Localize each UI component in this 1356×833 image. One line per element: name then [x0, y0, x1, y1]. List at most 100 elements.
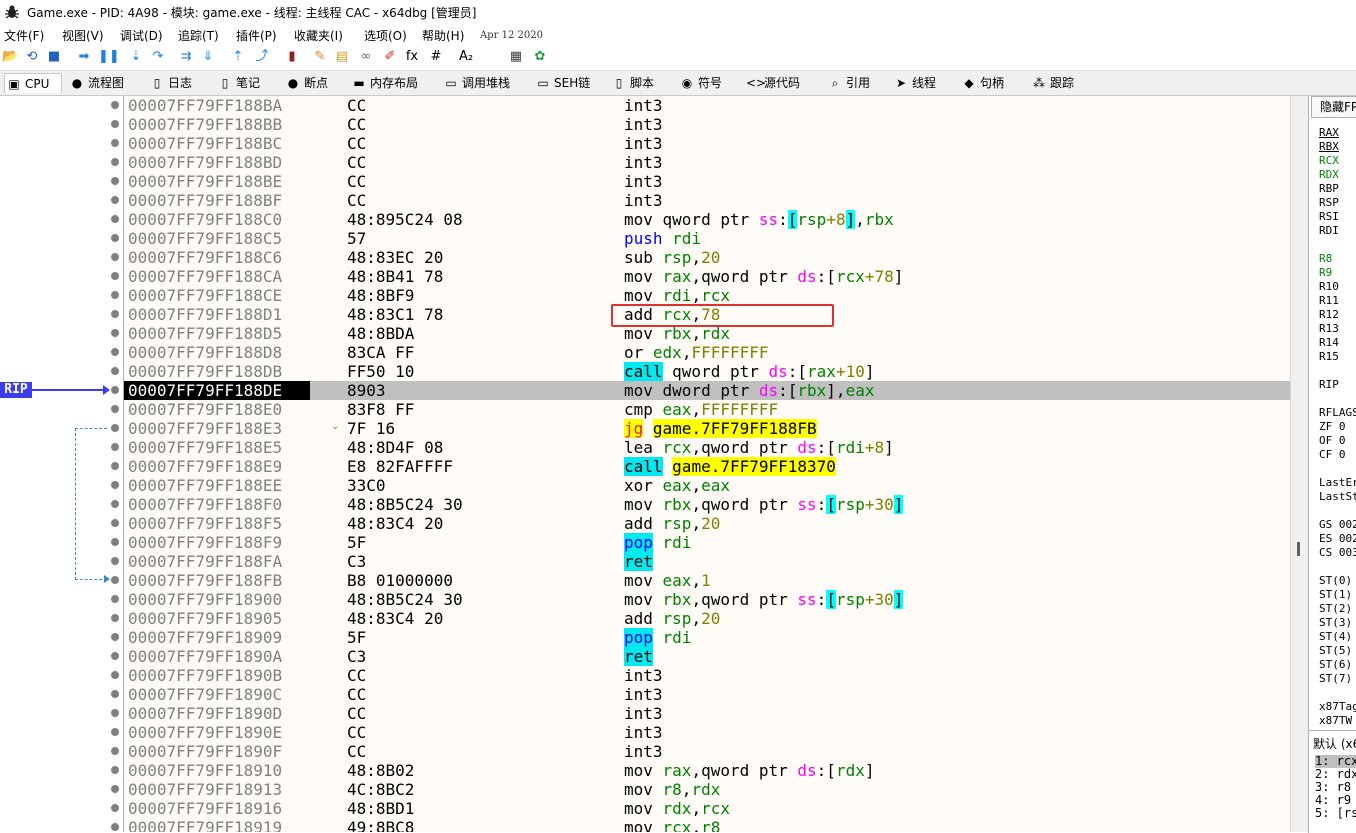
disasm-row[interactable]: 00007FF79FF188CE 48:8BF9 mov rdi,rcx	[124, 286, 1291, 305]
disasm-row[interactable]: 00007FF79FF188BF CC int3	[124, 191, 1291, 210]
disasm-row[interactable]: 00007FF79FF188CA 48:8B41 78 mov rax,qword …	[124, 267, 1291, 286]
execute-till-return-icon[interactable]: ⇡	[230, 49, 246, 65]
breakpoint-toggle-icon[interactable]	[111, 785, 119, 793]
folder-open-icon[interactable]: 📂	[2, 49, 18, 65]
hash-icon[interactable]: #	[428, 49, 444, 65]
register-label[interactable]: GS 002B	[1319, 518, 1356, 532]
pause-icon[interactable]: ❚❚	[98, 49, 120, 65]
breakpoint-toggle-icon[interactable]	[111, 253, 119, 261]
disassembly-view[interactable]: 00007FF79FF188BA CC int3 00007FF79FF188BB CC…	[123, 96, 1291, 832]
tab-item[interactable]: ◉ 符号	[678, 73, 738, 93]
breakpoint-toggle-icon[interactable]	[111, 481, 119, 489]
tab-item[interactable]: ▯ 日志	[148, 73, 210, 93]
register-label[interactable]: ST(7)	[1319, 672, 1352, 686]
tab-item[interactable]: ⌕ 引用	[826, 73, 886, 93]
disasm-row[interactable]: 00007FF79FF1890A C3 ret	[124, 647, 1291, 666]
disasm-row[interactable]: 00007FF79FF188BC CC int3	[124, 134, 1291, 153]
breakpoint-toggle-icon[interactable]	[111, 633, 119, 641]
breakpoint-toggle-icon[interactable]	[111, 101, 119, 109]
breakpoint-toggle-icon[interactable]	[111, 690, 119, 698]
disasm-row[interactable]: 00007FF79FF188FB B8 01000000 mov eax,1	[124, 571, 1291, 590]
tab-item[interactable]: <> 源代码	[744, 73, 820, 93]
tab-item[interactable]: ▯ 笔记	[216, 73, 278, 93]
disasm-row[interactable]: 00007FF79FF188E0 83F8 FF cmp eax,FFFFFFFF	[124, 400, 1291, 419]
trace-into-icon[interactable]: ⇉	[178, 49, 194, 65]
step-over-icon[interactable]: ↷	[150, 49, 166, 65]
register-label[interactable]: RDX	[1319, 168, 1339, 182]
breakpoint-toggle-icon[interactable]	[111, 709, 119, 717]
register-label[interactable]: ST(1)	[1319, 588, 1352, 602]
register-label[interactable]: CS 0033	[1319, 546, 1356, 560]
breakpoint-toggle-icon[interactable]	[111, 424, 119, 432]
register-label[interactable]: x87TagWord	[1319, 700, 1356, 714]
register-label[interactable]: R15	[1319, 350, 1339, 364]
register-label[interactable]: R11	[1319, 294, 1339, 308]
breakpoint-toggle-icon[interactable]	[111, 386, 119, 394]
register-label[interactable]: ST(4)	[1319, 630, 1352, 644]
hide-fpu-button[interactable]: 隐藏FPU	[1311, 96, 1356, 118]
disasm-row[interactable]: 00007FF79FF188E9 E8 82FAFFFF call game.7FF…	[124, 457, 1291, 476]
run-to-user-code-icon[interactable]: ⤴	[254, 49, 270, 65]
tab-item[interactable]: ▭ SEH链	[534, 73, 604, 93]
disasm-row[interactable]: 00007FF79FF188E5 48:8D4F 08 lea rcx,qword …	[124, 438, 1291, 457]
patch-icon[interactable]: ✎	[312, 49, 328, 65]
font-size-icon[interactable]: A₂	[458, 49, 474, 65]
disasm-row[interactable]: 00007FF79FF188C0 48:895C24 08 mov qword pt…	[124, 210, 1291, 229]
disasm-row[interactable]: 00007FF79FF188EE 33C0 xor eax,eax	[124, 476, 1291, 495]
tab-item[interactable]: ◆ 句柄	[960, 73, 1024, 93]
disasm-row[interactable]: 00007FF79FF188F9 5F pop rdi	[124, 533, 1291, 552]
highlight-icon[interactable]: ✐	[382, 49, 398, 65]
disasm-row[interactable]: 00007FF79FF18905 48:83C4 20 add rsp,20	[124, 609, 1291, 628]
breakpoint-toggle-icon[interactable]	[111, 557, 119, 565]
call-arg-line[interactable]: 5: [rsp+28]	[1315, 807, 1356, 820]
breakpoint-toggle-icon[interactable]	[111, 177, 119, 185]
link-icon[interactable]: ∞	[358, 49, 374, 65]
menu-item[interactable]: 文件(F)	[4, 27, 44, 44]
breakpoint-toggle-icon[interactable]	[111, 614, 119, 622]
breakpoint-toggle-icon[interactable]	[111, 595, 119, 603]
breakpoint-toggle-icon[interactable]	[111, 728, 119, 736]
register-label[interactable]: R9	[1319, 266, 1332, 280]
register-label[interactable]: R14	[1319, 336, 1339, 350]
menu-item[interactable]: 视图(V)	[62, 27, 104, 44]
run-icon[interactable]: ➡	[76, 49, 92, 65]
breakpoint-toggle-icon[interactable]	[111, 804, 119, 812]
tab-item[interactable]: ● 断点	[284, 73, 344, 93]
menu-item[interactable]: 插件(P)	[236, 27, 277, 44]
tab-item[interactable]: ▬ 内存布局	[350, 73, 436, 93]
breakpoint-toggle-icon[interactable]	[111, 576, 119, 584]
breakpoint-toggle-icon[interactable]	[111, 405, 119, 413]
tab-item[interactable]: ▭ 调用堆栈	[442, 73, 528, 93]
disasm-row[interactable]: 00007FF79FF188C6 48:83EC 20 sub rsp,20	[124, 248, 1291, 267]
breakpoint-toggle-icon[interactable]	[111, 329, 119, 337]
breakpoint-toggle-icon[interactable]	[111, 196, 119, 204]
breakpoint-toggle-icon[interactable]	[111, 272, 119, 280]
disasm-row[interactable]: 00007FF79FF188BA CC int3	[124, 96, 1291, 115]
tab-item[interactable]: ⁂ 跟踪	[1030, 73, 1084, 93]
register-label[interactable]: CF 0	[1319, 448, 1346, 462]
breakpoint-toggle-icon[interactable]	[111, 348, 119, 356]
breakpoint-toggle-icon[interactable]	[111, 538, 119, 546]
disasm-row[interactable]: 00007FF79FF18916 48:8BD1 mov rdx,rcx	[124, 799, 1291, 818]
tab-cpu[interactable]: ▣ CPU	[4, 73, 62, 93]
trace-over-icon[interactable]: ⇓	[200, 49, 216, 65]
register-label[interactable]: RAX	[1319, 126, 1339, 140]
cheat-sheet-icon[interactable]: ✿	[532, 49, 548, 65]
register-label[interactable]: ES 002B	[1319, 532, 1356, 546]
register-label[interactable]: RSI	[1319, 210, 1339, 224]
breakpoint-toggle-icon[interactable]	[111, 519, 119, 527]
menu-item[interactable]: 选项(O)	[364, 27, 407, 44]
disasm-row[interactable]: 00007FF79FF18913 4C:8BC2 mov r8,rdx	[124, 780, 1291, 799]
disasm-row[interactable]: 00007FF79FF1890D CC int3	[124, 704, 1291, 723]
breakpoint-toggle-icon[interactable]	[111, 234, 119, 242]
disasm-row[interactable]: 00007FF79FF18900 48:8B5C24 30 mov rbx,qwor…	[124, 590, 1291, 609]
register-label[interactable]: ST(2)	[1319, 602, 1352, 616]
register-label[interactable]: R8	[1319, 252, 1332, 266]
breakpoint-toggle-icon[interactable]	[111, 766, 119, 774]
step-into-icon[interactable]: ⇣	[128, 49, 144, 65]
tab-item[interactable]: ➤ 线程	[892, 73, 954, 93]
breakpoint-toggle-icon[interactable]	[111, 291, 119, 299]
stop-icon[interactable]: ■	[46, 49, 62, 65]
breakpoint-toggle-icon[interactable]	[111, 823, 119, 831]
register-label[interactable]: RFLAGS	[1319, 406, 1356, 420]
